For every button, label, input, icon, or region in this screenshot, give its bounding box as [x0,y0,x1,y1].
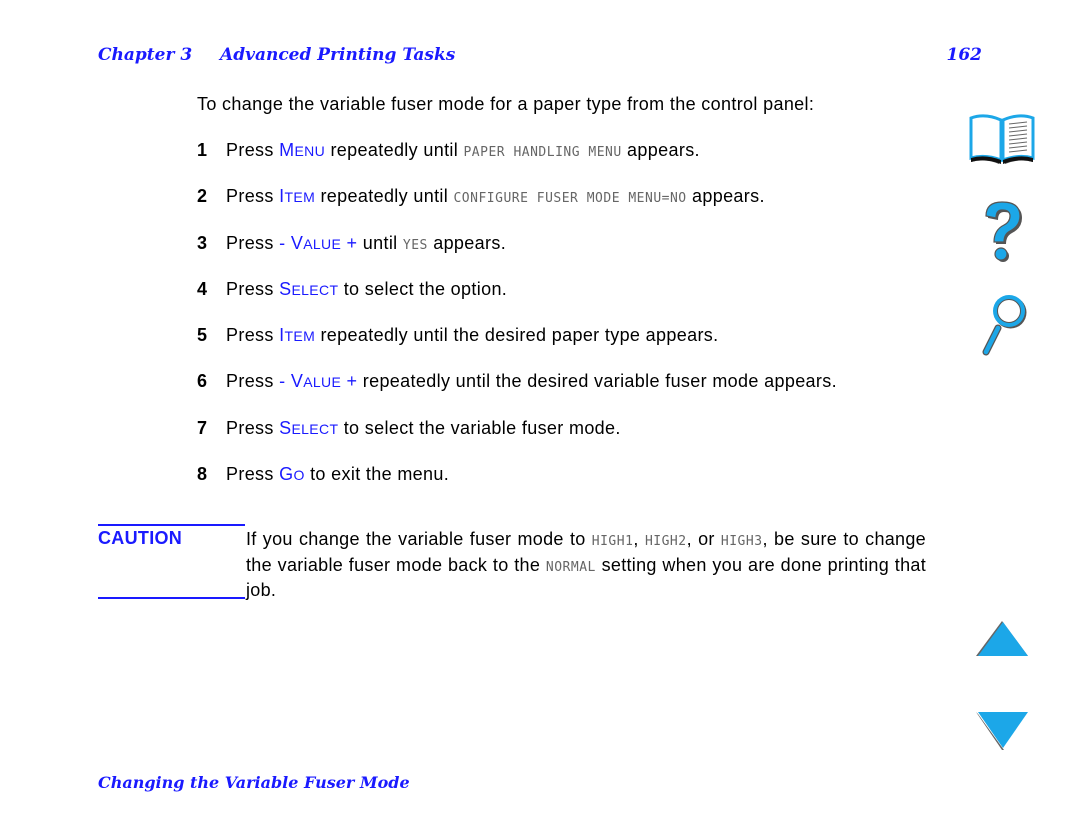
magnifier-icon[interactable] [978,290,1030,356]
key-small-caps: ELECT [291,420,339,437]
step-number: 4 [197,278,208,299]
step-text: appears. [427,232,507,253]
step-text: Press [226,278,280,299]
step-item: 8 Press GO to exit the menu. [197,464,837,510]
key-small-caps: ELECT [291,281,339,298]
step-text: repeatedly until [325,140,464,160]
step-text: appears. [621,140,700,160]
control-panel-key: SELECT [279,418,338,438]
key-first-letter: S [279,278,292,299]
steps-list: 1 Press MENU repeatedly until PAPER HANDL… [197,140,837,510]
step-number: 5 [197,325,208,346]
step-item: 6 Press - VALUE + repeatedly until the de… [197,371,837,417]
page-number: 162 [946,45,983,65]
step-text: appears. [686,186,765,207]
control-panel-key: - VALUE + [279,233,357,253]
step-item: 7 Press SELECT to select the variable fus… [197,418,837,464]
lcd-message: CONFIGURE FUSER MODE MENU=NO [453,191,687,207]
lcd-message: PAPER HANDLING MENU [463,145,622,160]
step-number: 3 [197,232,208,253]
step-text: repeatedly until [315,186,454,207]
control-panel-key: GO [279,464,305,484]
question-icon[interactable] [978,198,1026,264]
control-panel-key: - VALUE + [279,371,357,391]
step-number: 7 [197,417,208,438]
step-text: Press [226,140,280,160]
step-text: Press [226,464,280,485]
key-first-letter: M [279,140,295,160]
step-item: 3 Press - VALUE + until YES appears. [197,233,837,279]
control-panel-key: ITEM [279,325,315,345]
intro-text: To change the variable fuser mode for a … [197,94,815,114]
step-text: Press [226,371,280,392]
control-panel-key: MENU [279,140,325,160]
step-text: Press [226,417,280,438]
key-plus: + [341,232,358,253]
control-panel-key: ITEM [279,186,315,206]
caution-rule-top [98,524,245,526]
chapter-label: Chapter 3 [98,45,193,65]
key-small-caps: O [293,467,305,484]
key-first-letter: S [279,417,292,438]
page-header: Chapter 3 Advanced Printing Tasks 162 [98,45,982,67]
caution-rule-bottom [98,597,245,599]
step-text: Press [226,232,280,253]
key-minus: - [279,232,291,253]
step-text: to exit the menu. [304,464,450,485]
key-small-caps: TEM [284,328,316,345]
step-item: 2 Press ITEM repeatedly until CONFIGURE F… [197,186,837,232]
caution-text-part: If you change the variable fuser mode to [246,529,592,549]
step-number: 2 [197,186,208,207]
step-number: 8 [197,464,208,485]
caution-text-part: , [633,529,645,549]
step-text: repeatedly until the desired paper type … [315,325,719,346]
lcd-text-high1: HIGH1 [591,534,634,549]
lcd-message: YES [402,237,428,253]
key-small-caps: TEM [284,189,316,206]
key-first-letter: V [290,232,304,253]
step-item: 4 Press SELECT to select the option. [197,279,837,325]
caution-text-part: , or [686,529,721,549]
key-minus: - [279,371,291,392]
step-text: to select the variable fuser mode. [338,417,621,438]
key-first-letter: G [279,464,294,485]
step-item: 1 Press MENU repeatedly until PAPER HANDL… [197,140,837,186]
step-text: Press [226,325,280,346]
caution-text: If you change the variable fuser mode to… [246,528,926,603]
key-small-caps: ENU [294,143,326,159]
step-text: Press [226,186,280,207]
book-icon[interactable] [967,114,1037,166]
step-item: 5 Press ITEM repeatedly until the desired… [197,325,837,371]
step-text: until [357,232,403,253]
step-text: to select the option. [338,278,508,299]
key-plus: + [341,371,358,392]
step-number: 6 [197,371,208,392]
section-title-link[interactable]: Changing the Variable Fuser Mode [98,773,410,792]
chapter-title: Advanced Printing Tasks [220,45,456,65]
key-small-caps: ALUE [303,235,342,252]
lcd-text-normal: NORMAL [545,559,596,575]
lcd-text-high2: HIGH2 [644,534,687,549]
caution-label: CAUTION [98,528,183,548]
page-down-icon[interactable] [974,710,1030,752]
key-first-letter: V [290,371,304,392]
key-small-caps: ALUE [303,374,342,391]
page-up-icon[interactable] [974,620,1030,660]
step-text: repeatedly until the desired variable fu… [357,371,837,392]
control-panel-key: SELECT [279,279,338,299]
lcd-text-high3: HIGH3 [720,534,763,549]
step-number: 1 [197,140,208,160]
